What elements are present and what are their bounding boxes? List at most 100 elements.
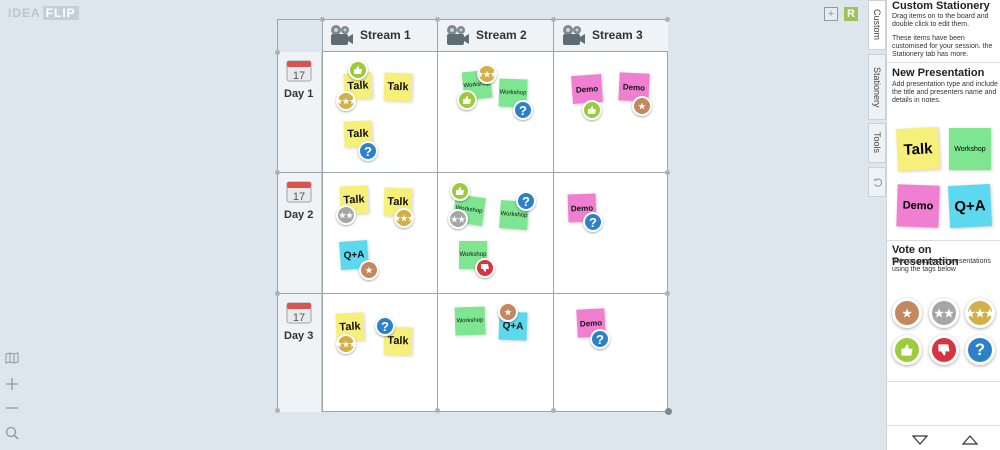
bronze-medal-tag[interactable]: ★ [359,260,379,280]
resize-handle[interactable] [275,408,280,413]
row-header-day-3[interactable]: 17 Day 3 [278,294,322,412]
column-header-stream-2[interactable]: Stream 2 [438,20,553,52]
resize-handle[interactable] [275,50,280,55]
thumbs-up-vote-tag[interactable] [892,335,922,365]
thumbs-down-tag[interactable] [475,258,495,278]
map-icon[interactable] [4,350,20,366]
side-tabs: Custom Stationery Tools [868,0,886,450]
row-label: Day 1 [284,88,314,100]
qa-stationery[interactable]: Q+A [947,183,993,229]
new-presentation-text: Add presentation type and include the ti… [892,81,998,104]
thumbs-up-icon [588,106,596,114]
tab-label: Tools [872,132,882,154]
column-header-stream-3[interactable]: Stream 3 [554,20,668,52]
column-header-stream-1[interactable]: Stream 1 [322,20,437,52]
grid-line [322,20,323,411]
column-label: Stream 3 [592,28,643,42]
column-label: Stream 1 [360,28,411,42]
board-corner [278,20,322,52]
custom-stationery-title: Custom Stationery [892,0,990,12]
grid-line [278,293,667,294]
grid-line [278,172,667,173]
thumbs-down-vote-tag[interactable] [929,335,959,365]
user-avatar-button[interactable]: R [844,7,858,21]
tab-label: Custom [872,9,882,41]
thumbs-up-tag[interactable] [348,60,368,80]
question-vote-tag[interactable]: ? [965,335,995,365]
resize-handle[interactable] [435,17,440,22]
stationery-panel: Custom Stationery Drag items on to the b… [886,0,1000,450]
search-icon[interactable] [4,425,20,441]
camera-icon [447,25,469,45]
zoom-in-icon[interactable] [4,376,20,392]
gold-medal-tag[interactable]: ★★★ [335,91,357,111]
thumbs-down-icon [481,264,489,272]
question-tag[interactable]: ? [375,316,395,336]
question-tag[interactable]: ? [513,100,533,120]
silver-medal-tag[interactable]: ★★ [336,205,356,225]
tab-history[interactable] [868,167,886,197]
grid-line [437,20,438,411]
gold-vote-tag[interactable]: ★★★ [965,298,995,328]
gold-medal-tag[interactable]: ★★★ [335,334,357,354]
demo-stationery[interactable]: Demo [896,184,940,228]
question-tag[interactable]: ? [583,212,603,232]
tab-stationery[interactable]: Stationery [868,54,886,120]
calendar-icon: 17 [286,60,312,82]
talk-sticky[interactable]: Talk [383,72,413,102]
tab-tools[interactable]: Tools [868,123,886,163]
resize-handle[interactable] [551,408,556,413]
thumbs-up-icon [463,96,471,104]
resize-handle[interactable] [435,408,440,413]
thumbs-up-tag[interactable] [457,90,477,110]
custom-stationery-text: Drag items on to the board and double cl… [892,13,989,28]
resize-handle[interactable] [665,291,670,296]
planning-board[interactable]: Stream 1 Stream 2 Stream 3 17 Day 1 17 D… [275,17,672,415]
resize-handle[interactable] [551,17,556,22]
calendar-icon: 17 [286,181,312,203]
panel-footer [887,425,1000,450]
workshop-sticky[interactable]: Workshop [454,306,486,336]
question-tag[interactable]: ? [358,141,378,161]
gold-medal-tag[interactable]: ★★★ [476,64,498,84]
row-header-day-1[interactable]: 17 Day 1 [278,52,322,172]
thumbs-down-icon [938,344,950,356]
demo-sticky[interactable]: Demo [571,73,603,105]
new-presentation-title: New Presentation [892,67,985,79]
tab-label: Stationery [872,66,882,108]
grid-line [553,20,554,411]
row-label: Day 3 [284,330,314,342]
resize-handle[interactable] [665,17,670,22]
question-tag[interactable]: ? [590,329,610,349]
resize-handle[interactable] [665,408,672,415]
scroll-down-icon[interactable] [911,434,929,446]
bronze-medal-tag[interactable]: ★ [498,302,518,322]
bronze-vote-tag[interactable]: ★ [892,298,922,328]
resize-handle[interactable] [275,170,280,175]
resize-handle[interactable] [320,17,325,22]
tab-custom[interactable]: Custom [868,0,886,50]
camera-icon [563,25,585,45]
row-header-day-2[interactable]: 17 Day 2 [278,173,322,293]
section-divider [887,62,1000,63]
gold-medal-tag[interactable]: ★★★ [393,208,415,228]
resize-handle[interactable] [275,291,280,296]
silver-medal-tag[interactable]: ★★ [448,209,468,229]
thumbs-up-tag[interactable] [582,100,602,120]
silver-vote-tag[interactable]: ★★ [929,298,959,328]
custom-stationery-note: These items have been customised for you… [892,35,993,58]
scroll-up-icon[interactable] [961,434,979,446]
talk-stationery[interactable]: Talk [895,126,941,172]
thumbs-up-icon [901,344,913,356]
logo-flip: FLIP [42,6,79,20]
bronze-medal-tag[interactable]: ★ [632,96,652,116]
thumbs-up-tag[interactable] [450,181,470,201]
camera-icon [331,25,353,45]
column-label: Stream 2 [476,28,527,42]
zoom-out-icon[interactable] [4,400,20,416]
calendar-icon: 17 [286,302,312,324]
workshop-stationery[interactable]: Workshop [949,128,991,170]
resize-handle[interactable] [665,170,670,175]
add-board-button[interactable]: + [824,7,838,21]
question-tag[interactable]: ? [516,191,536,211]
